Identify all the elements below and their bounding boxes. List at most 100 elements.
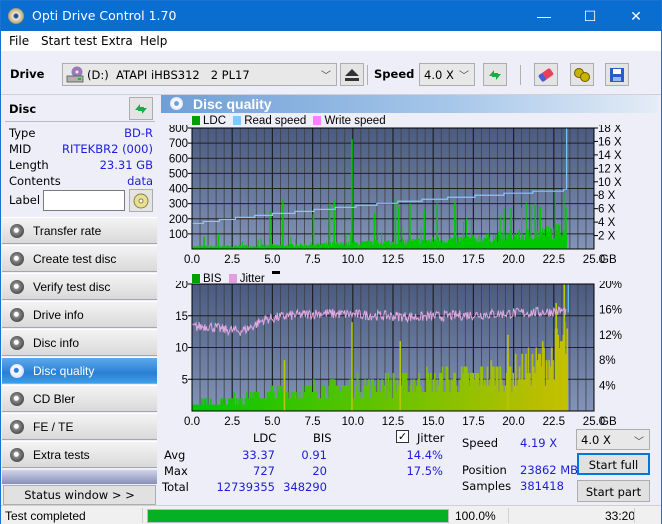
save-button[interactable] [605,63,629,86]
y2-tick-label: 8 X [598,190,616,202]
chevron-down-icon: ﹀ [459,71,469,82]
close-button[interactable]: ✕ [613,1,659,31]
y-tick-label: 300 [169,199,188,211]
disc-refresh-button[interactable] [129,97,153,120]
nav-create-test-disc[interactable]: Create test disc [2,245,157,272]
disc-mid-value: RITEKBR2 (000) [62,142,153,156]
disc-label-input[interactable] [43,190,125,211]
drive-select[interactable]: (D:) ATAPI iHBS312 2 PL17 ﹀ [62,63,337,86]
bis-spike [563,284,566,411]
test-speed-select[interactable]: 4.0 X ﹀ [576,429,650,450]
panel-title: Disc quality [193,96,272,112]
speed-select[interactable]: 4.0 X ﹀ [419,63,475,86]
position-value: 23862 MB [520,463,579,477]
nav-spacer [2,470,157,484]
ldc-spike [351,139,353,249]
window-title: Opti Drive Control 1.70 [32,8,177,23]
nav-disc-info[interactable]: Disc info [2,329,157,356]
nav-fe-te[interactable]: FE / TE [2,413,157,440]
ldc-spike [269,211,271,249]
max-jitter: 17.5% [406,464,443,478]
x-tick-label: 10.0 [342,416,364,426]
y-tick-label: 20 [175,281,188,291]
settings-button[interactable] [570,63,594,86]
menu-start-test[interactable]: Start test [41,34,97,48]
title-bar: Opti Drive Control 1.70 — ☐ ✕ [1,1,661,31]
disc-info-icon [10,336,24,350]
verify-test-disc-icon [10,280,24,294]
erase-button[interactable] [534,63,558,86]
menu-extra[interactable]: Extra [101,34,133,48]
speed-label: Speed [374,67,415,81]
disc-label-button[interactable] [129,189,153,212]
y-tick-label: 700 [169,138,188,150]
y2-tick-label: 18 X [598,125,622,135]
bis-bar [566,328,569,411]
ldc-spike [397,206,400,249]
nav-label: Disc quality [33,364,95,378]
nav-disc-quality[interactable]: Disc quality [2,357,157,384]
x-tick-label: 0.0 [184,416,200,426]
y2-tick-label: 8% [599,355,616,367]
bis-spike [283,360,286,411]
ldc-spike [373,212,376,249]
nav-extra-tests[interactable]: Extra tests [2,441,157,468]
minimize-button[interactable]: — [521,1,567,31]
y-tick-label: 400 [169,184,188,196]
position-label: Position [462,463,507,477]
jitter-checkbox[interactable]: ✓ [396,430,409,443]
bis-chart: 5 10 15 20 0.0 2.5 5.0 7.5 10.0 12.5 15.0 17.5 20.0 2… [175,281,622,426]
toolbar-separator [520,65,521,85]
ldc-spike [409,203,411,249]
ldc-spike [282,200,284,249]
x-tick-label: 5.0 [264,254,280,266]
nav-label: CD Bler [33,392,76,406]
disc-quality-panel: Disc quality LDC Read speed Write speed … [159,95,661,505]
speed-label: Speed [462,436,499,450]
disc-length-value: 23.31 GB [99,158,153,172]
nav-label: Disc info [33,336,80,350]
row-total-label: Total [162,480,189,494]
nav-verify-test-disc[interactable]: Verify test disc [2,273,157,300]
y2-tick-label: 12 X [598,163,622,175]
x-unit-label: GB [600,254,617,266]
speed-value: 4.0 X [424,68,454,82]
drive-value: (D:) ATAPI iHBS312 2 PL17 [87,68,250,82]
nav-cd-bler[interactable]: CD Bler [2,385,157,412]
create-test-disc-icon [10,252,24,266]
x-tick-label: 20.0 [502,254,524,266]
start-part-button[interactable]: Start part [577,480,650,502]
row-avg-label: Avg [164,448,186,462]
samples-value: 381418 [520,479,564,493]
y-tick-label: 500 [169,168,188,180]
x-tick-label: 22.5 [543,254,565,266]
maximize-button[interactable]: ☐ [567,1,613,31]
y2-tick-label: 4% [599,381,616,393]
x-tick-label: 22.5 [543,416,565,426]
nav-drive-info[interactable]: Drive info [2,301,157,328]
disc-contents-key: Contents [9,174,61,188]
status-window-button[interactable]: Status window > > [3,485,156,505]
y2-tick-label: 2 X [598,231,616,243]
disc-title: Disc [9,102,37,116]
y2-tick-label: 12% [599,330,622,342]
refresh-button[interactable] [483,63,507,86]
menu-help[interactable]: Help [140,34,167,48]
disc-contents-value: data [127,174,153,188]
y-tick-label: 200 [169,214,188,226]
x-tick-label: 0.0 [184,254,200,266]
nav-transfer-rate[interactable]: Transfer rate [2,217,157,244]
start-full-button[interactable]: Start full [577,453,650,475]
ldc-spike [312,214,315,249]
eject-button[interactable] [340,63,364,86]
drive-icon [66,66,84,83]
ldc-spike [565,208,567,249]
disc-label-key: Label [9,193,41,207]
bis-spike [351,322,353,411]
ldc-spike [423,209,426,249]
menu-file[interactable]: File [9,34,29,48]
x-tick-label: 5.0 [264,416,280,426]
avg-bis: 0.91 [301,448,327,462]
legend-marker [271,271,280,274]
test-speed-value: 4.0 X [581,433,611,447]
